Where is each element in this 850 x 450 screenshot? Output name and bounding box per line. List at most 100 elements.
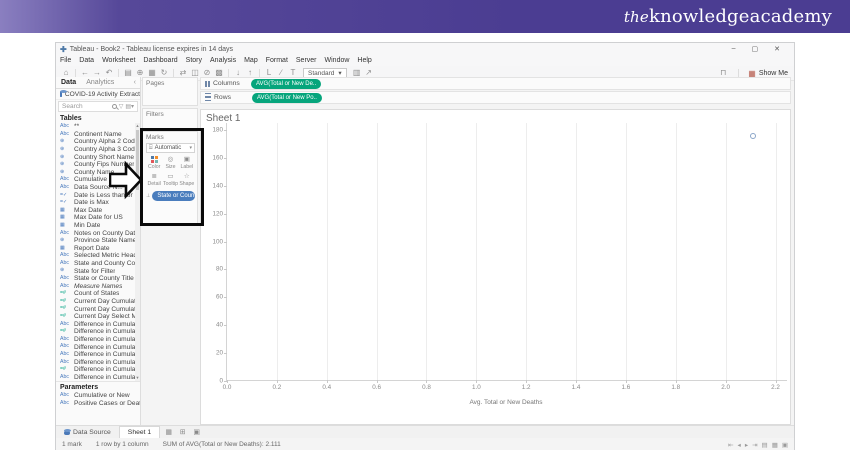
field-row[interactable]: AbcState or County Title bbox=[56, 275, 140, 283]
field-row[interactable]: =✓Date is Max bbox=[56, 199, 140, 207]
rows-shelf[interactable]: Rows AVG(Total or New Po.. bbox=[200, 91, 791, 104]
y-tick-label: 160 bbox=[203, 154, 223, 161]
status-grid-size: 1 row by 1 column bbox=[96, 441, 149, 448]
menu-worksheet[interactable]: Worksheet bbox=[102, 57, 135, 64]
screenshot-stage: theknowledgeacademy ✚ Tableau - Book2 - … bbox=[0, 0, 850, 450]
menu-server[interactable]: Server bbox=[296, 57, 317, 64]
menu-data[interactable]: Data bbox=[79, 57, 94, 64]
x-tick-label: 1.2 bbox=[522, 384, 531, 391]
field-row[interactable]: =#Count of States bbox=[56, 290, 140, 298]
field-row[interactable]: AbcDifference in Cumulati... bbox=[56, 358, 140, 366]
y-tick bbox=[224, 158, 227, 159]
field-label: State or County Title bbox=[74, 275, 134, 282]
new-story-icon[interactable]: ▣ bbox=[190, 427, 203, 438]
menu-window[interactable]: Window bbox=[325, 57, 350, 64]
field-row[interactable]: ⊕Province State Name bbox=[56, 237, 140, 245]
menu-format[interactable]: Format bbox=[266, 57, 288, 64]
first-page-icon[interactable]: ⇤ bbox=[728, 441, 733, 449]
next-page-icon[interactable]: ▸ bbox=[745, 441, 748, 449]
tab-sheet1[interactable]: Sheet 1 bbox=[119, 426, 160, 438]
field-row[interactable]: AbcDifference in Cumulati... bbox=[56, 343, 140, 351]
parameters-header: Parameters bbox=[56, 381, 140, 392]
view-full-icon[interactable]: ▣ bbox=[782, 441, 788, 449]
field-label: Current Day Cumulativ... bbox=[74, 298, 140, 305]
field-row[interactable]: ▦Max Date bbox=[56, 207, 140, 215]
field-row[interactable]: AbcContinent Name bbox=[56, 131, 140, 139]
datasource-row[interactable]: COVID-19 Activity Extract bbox=[56, 89, 140, 100]
brand-banner: theknowledgeacademy bbox=[0, 0, 850, 33]
y-tick-label: 20 bbox=[203, 350, 223, 357]
last-page-icon[interactable]: ⇥ bbox=[752, 441, 757, 449]
field-row[interactable]: =#Difference in Cumulati... bbox=[56, 366, 140, 374]
view-options-icon[interactable]: ▤▾ bbox=[125, 103, 134, 110]
field-row[interactable]: Abc** bbox=[56, 123, 140, 131]
field-row[interactable]: AbcCumulative or New bbox=[56, 392, 140, 400]
field-row[interactable]: AbcDifference in Cumulati... bbox=[56, 351, 140, 359]
field-row[interactable]: ⊕State for Filter bbox=[56, 267, 140, 275]
field-row[interactable]: ▦Max Date for US bbox=[56, 214, 140, 222]
gridline bbox=[277, 123, 278, 380]
field-row[interactable]: AbcDifference in Cumulati... bbox=[56, 320, 140, 328]
x-tick bbox=[676, 380, 677, 383]
view-grid-icon[interactable]: ▦ bbox=[772, 441, 778, 449]
field-row[interactable]: AbcSelected Metric Header bbox=[56, 252, 140, 260]
text-field-icon: Abc bbox=[60, 352, 71, 357]
field-row[interactable]: =#Current Day Cumulativ... bbox=[56, 298, 140, 306]
tab-data[interactable]: Data bbox=[56, 79, 81, 86]
field-row[interactable]: AbcNotes on County Data ... bbox=[56, 229, 140, 237]
field-row[interactable]: ⊕Country Alpha 2 Code bbox=[56, 138, 140, 146]
tab-analytics[interactable]: Analytics bbox=[81, 79, 119, 86]
field-row[interactable]: AbcDifference in Cumulati... bbox=[56, 336, 140, 344]
columns-pill[interactable]: AVG(Total or New De.. bbox=[251, 79, 321, 89]
filters-shelf[interactable]: Filters bbox=[142, 108, 198, 129]
menu-story[interactable]: Story bbox=[186, 57, 202, 64]
menu-help[interactable]: Help bbox=[357, 57, 371, 64]
text-field-icon: Abc bbox=[60, 393, 71, 398]
knowledgeacademy-logo: theknowledgeacademy bbox=[624, 6, 832, 27]
menu-map[interactable]: Map bbox=[244, 57, 258, 64]
rows-pill[interactable]: AVG(Total or New Po.. bbox=[252, 93, 322, 103]
menu-dashboard[interactable]: Dashboard bbox=[143, 57, 177, 64]
maximize-button[interactable]: ▢ bbox=[752, 45, 759, 53]
x-tick-label: 0.4 bbox=[322, 384, 331, 391]
close-button[interactable]: ✕ bbox=[774, 45, 780, 53]
columns-shelf[interactable]: Columns AVG(Total or New De.. bbox=[200, 77, 791, 90]
text-field-icon: Abc bbox=[60, 284, 71, 289]
field-row[interactable]: =#Current Day Cumulativ... bbox=[56, 305, 140, 313]
x-tick bbox=[227, 380, 228, 383]
field-row[interactable]: AbcMeasure Names bbox=[56, 282, 140, 290]
field-row[interactable]: =#Current Day Select Me... bbox=[56, 313, 140, 321]
status-right-icons: ⇤ ◂ ▸ ⇥ ▤ ▦ ▣ bbox=[728, 441, 788, 449]
data-pane-tabs: Data Analytics ‹ bbox=[56, 77, 140, 89]
view-list-icon[interactable]: ▤ bbox=[762, 441, 768, 449]
field-label: Country Alpha 3 Code bbox=[74, 146, 139, 153]
window-controls: – ▢ ✕ bbox=[732, 45, 790, 53]
field-row[interactable]: ▦Min Date bbox=[56, 222, 140, 230]
field-row[interactable]: AbcPositive Cases or Deaths bbox=[56, 400, 140, 408]
x-tick-label: 2.0 bbox=[721, 384, 730, 391]
field-row[interactable]: AbcState and County Com... bbox=[56, 260, 140, 268]
scatter-plot: 0.00.20.40.60.81.01.21.41.61.82.02.20204… bbox=[226, 123, 787, 381]
field-row[interactable]: ▦Report Date bbox=[56, 245, 140, 253]
field-row[interactable]: =#Difference in Cumulati... bbox=[56, 328, 140, 336]
field-label: Difference in Cumulati... bbox=[74, 351, 140, 358]
filter-funnel-icon[interactable]: ▽ bbox=[119, 103, 124, 110]
scroll-down-icon[interactable]: ▼ bbox=[135, 375, 140, 381]
chevron-down-icon: ▾ bbox=[338, 69, 341, 77]
collapse-pane-icon[interactable]: ‹ bbox=[134, 79, 140, 86]
field-row[interactable]: ⊕Country Alpha 3 Code bbox=[56, 146, 140, 154]
gridline bbox=[676, 123, 677, 380]
prev-page-icon[interactable]: ◂ bbox=[738, 441, 741, 449]
new-dashboard-icon[interactable]: ⊞ bbox=[176, 427, 189, 438]
y-tick-label: 120 bbox=[203, 210, 223, 217]
menu-analysis[interactable]: Analysis bbox=[210, 57, 236, 64]
field-row[interactable]: AbcDifference in Cumulati... bbox=[56, 374, 140, 381]
new-worksheet-icon[interactable]: ▦ bbox=[162, 427, 175, 438]
search-input[interactable]: Search ▽ ▤▾ bbox=[58, 101, 138, 112]
tab-data-source[interactable]: Data Source bbox=[58, 427, 117, 438]
minimize-button[interactable]: – bbox=[732, 45, 736, 53]
scatter-mark[interactable] bbox=[750, 133, 756, 139]
pages-shelf[interactable]: Pages bbox=[142, 77, 198, 106]
geographic-field-icon: ⊕ bbox=[60, 155, 71, 160]
menu-file[interactable]: File bbox=[60, 57, 71, 64]
